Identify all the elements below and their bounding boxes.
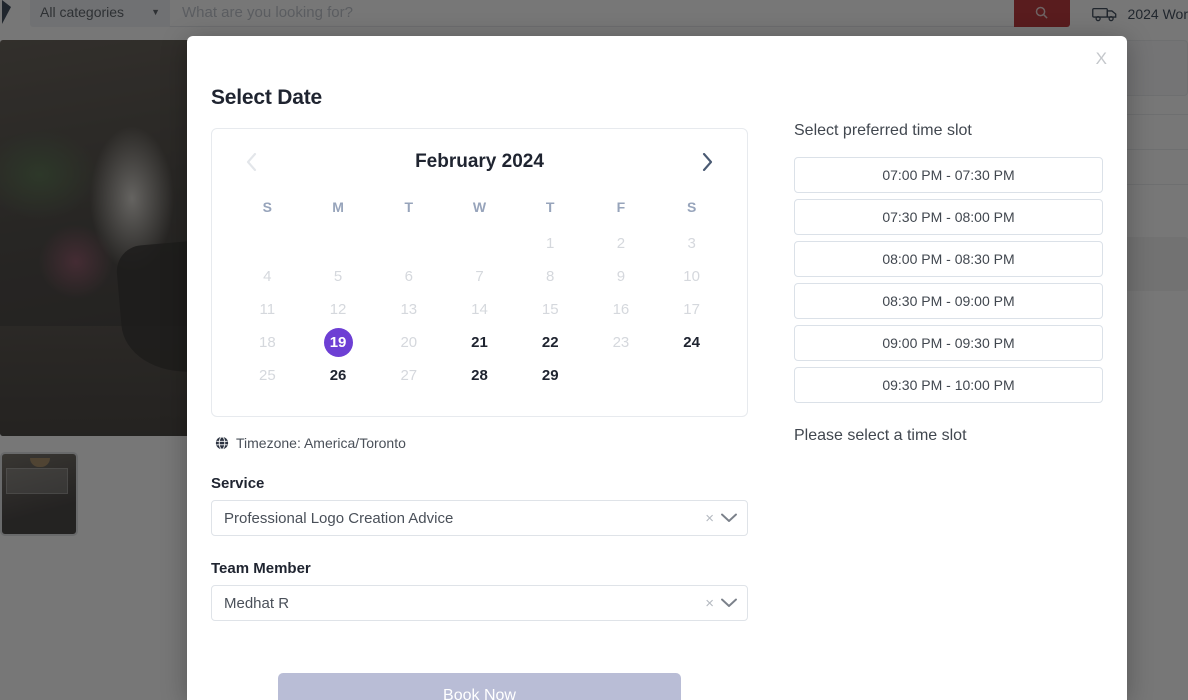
calendar-day-11: 11 <box>259 301 276 318</box>
calendar-grid: SMTWTFS000012345678910111213141516171819… <box>232 191 727 392</box>
calendar-weekday-5: F <box>616 199 626 215</box>
service-label: Service <box>211 475 265 492</box>
book-now-button[interactable]: Book Now <box>278 673 681 700</box>
calendar-day-10: 10 <box>683 268 700 285</box>
service-clear-icon[interactable]: × <box>698 510 721 527</box>
calendar-day-13: 13 <box>400 301 418 318</box>
calendar-weekday-4: T <box>545 199 555 215</box>
calendar-day-26[interactable]: 26 <box>303 359 374 392</box>
team-member-clear-icon[interactable]: × <box>698 595 721 612</box>
service-select[interactable]: Professional Logo Creation Advice × <box>211 500 748 536</box>
team-member-chevron-down-icon[interactable] <box>721 598 737 608</box>
time-slot-1[interactable]: 07:30 PM - 08:00 PM <box>794 199 1103 235</box>
calendar-day-2: 2 <box>616 235 626 252</box>
calendar-day-9: 9 <box>616 268 626 285</box>
calendar-weekday-2: T <box>404 199 414 215</box>
time-slot-2[interactable]: 08:00 PM - 08:30 PM <box>794 241 1103 277</box>
time-slot-list: 07:00 PM - 07:30 PM 07:30 PM - 08:00 PM 08… <box>794 157 1103 403</box>
calendar-prev-month-button[interactable] <box>236 147 266 177</box>
calendar-next-month-button[interactable] <box>693 147 723 177</box>
calendar-day-1: 1 <box>546 235 555 252</box>
calendar-day-4: 4 <box>263 268 272 285</box>
calendar-day-blank: 0 <box>303 227 374 260</box>
calendar-month-label: February 2024 <box>415 151 544 172</box>
time-slot-3[interactable]: 08:30 PM - 09:00 PM <box>794 283 1103 319</box>
modal-right-column: Select preferred time slot 07:00 PM - 07… <box>748 36 1103 700</box>
calendar-day-12: 12 <box>329 301 347 318</box>
calendar: February 2024 SMTWTFS0000123456789101112… <box>211 128 748 417</box>
calendar-day-24[interactable]: 24 <box>656 326 727 359</box>
calendar-day-21[interactable]: 21 <box>444 326 515 359</box>
team-member-select[interactable]: Medhat R × <box>211 585 748 621</box>
calendar-day-8: 8 <box>546 268 555 285</box>
calendar-weekday-3: W <box>472 199 487 215</box>
calendar-day-5: 5 <box>333 268 343 285</box>
modal-left-column: Select Date February 2024 S M T W T F S … <box>211 36 748 700</box>
calendar-day-blank: 0 <box>444 227 515 260</box>
calendar-day-20: 20 <box>400 334 418 351</box>
calendar-weekday-1: M <box>332 199 344 215</box>
timezone-row: Timezone: America/Toronto <box>215 435 748 451</box>
service-chevron-down-icon[interactable] <box>721 513 737 523</box>
calendar-day-7: 7 <box>475 268 484 285</box>
team-member-value: Medhat R <box>224 594 290 612</box>
calendar-day-25: 25 <box>259 367 276 384</box>
service-value: Professional Logo Creation Advice <box>224 509 454 527</box>
calendar-header: February 2024 <box>232 145 727 191</box>
calendar-day-28[interactable]: 28 <box>444 359 515 392</box>
calendar-day-17: 17 <box>683 301 700 318</box>
calendar-day-6: 6 <box>404 268 413 285</box>
calendar-day-27: 27 <box>400 367 418 384</box>
calendar-day-blank: 0 <box>373 227 444 260</box>
time-slots-title: Select preferred time slot <box>794 122 972 139</box>
calendar-day-3: 3 <box>687 235 696 252</box>
calendar-day-16: 16 <box>612 301 630 318</box>
page-root: All categories ▼ What are you looking fo… <box>0 0 1188 700</box>
calendar-day-blank: 0 <box>232 227 303 260</box>
time-slot-4[interactable]: 09:00 PM - 09:30 PM <box>794 325 1103 361</box>
close-icon[interactable]: X <box>1090 46 1113 71</box>
calendar-day-23: 23 <box>612 334 630 351</box>
calendar-weekday-6: S <box>686 199 697 215</box>
chevron-right-icon <box>703 153 713 171</box>
booking-modal: X Select Date February 2024 S M T W T F … <box>187 36 1127 700</box>
time-slot-hint: Please select a time slot <box>794 427 967 444</box>
time-slot-0[interactable]: 07:00 PM - 07:30 PM <box>794 157 1103 193</box>
calendar-day-18: 18 <box>259 334 276 351</box>
calendar-day-15: 15 <box>541 301 559 318</box>
page-title: Select Date <box>211 86 323 109</box>
team-member-label: Team Member <box>211 560 311 577</box>
globe-icon <box>215 436 229 450</box>
time-slot-5[interactable]: 09:30 PM - 10:00 PM <box>794 367 1103 403</box>
calendar-day-29[interactable]: 29 <box>515 359 586 392</box>
timezone-text: Timezone: America/Toronto <box>236 435 406 451</box>
chevron-left-icon <box>246 153 256 171</box>
calendar-day-19[interactable]: 19 <box>303 326 374 359</box>
calendar-weekday-0: S <box>262 199 273 215</box>
calendar-day-14: 14 <box>471 301 488 318</box>
calendar-day-22[interactable]: 22 <box>515 326 586 359</box>
